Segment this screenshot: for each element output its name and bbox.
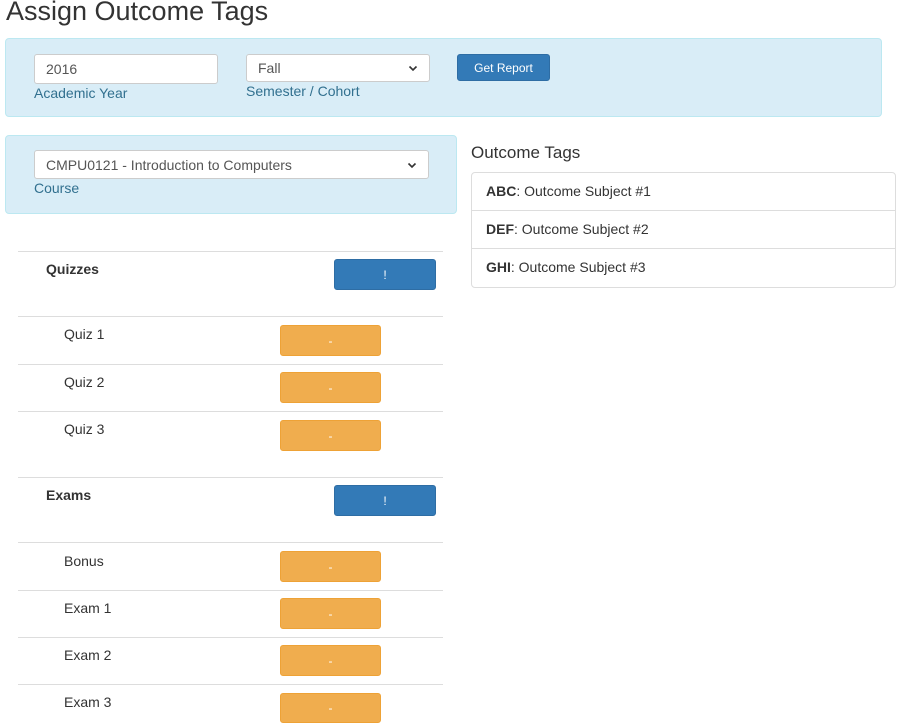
divider	[18, 316, 443, 317]
bonus-tag-button[interactable]: -	[280, 551, 381, 582]
quiz-1-tag-button[interactable]: -	[280, 325, 381, 356]
exam-2-tag-button[interactable]: -	[280, 645, 381, 676]
outcome-tags-heading: Outcome Tags	[471, 143, 581, 162]
item-label-bonus: Bonus	[64, 553, 104, 569]
item-label-quiz-3: Quiz 3	[64, 421, 105, 437]
quiz-2-tag-button[interactable]: -	[280, 372, 381, 403]
page-title: Assign Outcome Tags	[6, 0, 269, 26]
outcome-tag-item: ABC: Outcome Subject #1	[472, 173, 895, 211]
academic-year-input[interactable]: 2016	[34, 54, 218, 84]
divider	[18, 251, 443, 252]
divider	[18, 590, 443, 591]
divider	[18, 477, 443, 478]
get-report-button[interactable]: Get Report	[457, 54, 550, 81]
item-label-exam-1: Exam 1	[64, 600, 112, 616]
quizzes-group-tag-button[interactable]: !	[334, 259, 436, 290]
course-select[interactable]: CMPU0121 - Introduction to Computers	[34, 150, 429, 179]
course-select-value: CMPU0121 - Introduction to Computers	[46, 156, 292, 173]
divider	[18, 411, 443, 412]
chevron-down-icon	[407, 162, 417, 168]
item-label-quiz-2: Quiz 2	[64, 374, 105, 390]
group-label-exams: Exams	[46, 487, 92, 503]
exams-group-tag-button[interactable]: !	[334, 485, 436, 516]
outcome-tags-list: ABC: Outcome Subject #1 DEF: Outcome Sub…	[471, 172, 896, 288]
item-label-exam-2: Exam 2	[64, 647, 112, 663]
divider	[18, 364, 443, 365]
tag-code: ABC	[486, 183, 517, 199]
exam-1-tag-button[interactable]: -	[280, 598, 381, 629]
semester-select[interactable]: Fall	[246, 54, 430, 82]
item-label-quiz-1: Quiz 1	[64, 326, 105, 342]
course-label: Course	[34, 180, 80, 196]
tag-code: DEF	[486, 221, 514, 237]
exam-3-tag-button[interactable]: -	[280, 693, 381, 723]
tag-code: GHI	[486, 259, 511, 275]
academic-year-label: Academic Year	[34, 85, 128, 101]
semester-label: Semester / Cohort	[246, 83, 360, 99]
divider	[18, 542, 443, 543]
tag-subject: : Outcome Subject #3	[510, 259, 646, 275]
chevron-down-icon	[408, 65, 418, 72]
divider	[18, 637, 443, 638]
outcome-tag-item: DEF: Outcome Subject #2	[472, 211, 895, 249]
outcome-tag-item: GHI: Outcome Subject #3	[472, 249, 895, 287]
quiz-3-tag-button[interactable]: -	[280, 420, 381, 451]
divider	[18, 684, 443, 685]
item-label-exam-3: Exam 3	[64, 694, 112, 710]
group-label-quizzes: Quizzes	[46, 261, 99, 277]
semester-select-value: Fall	[258, 60, 281, 76]
tag-subject: : Outcome Subject #2	[514, 221, 649, 237]
tag-subject: : Outcome Subject #1	[516, 183, 651, 199]
